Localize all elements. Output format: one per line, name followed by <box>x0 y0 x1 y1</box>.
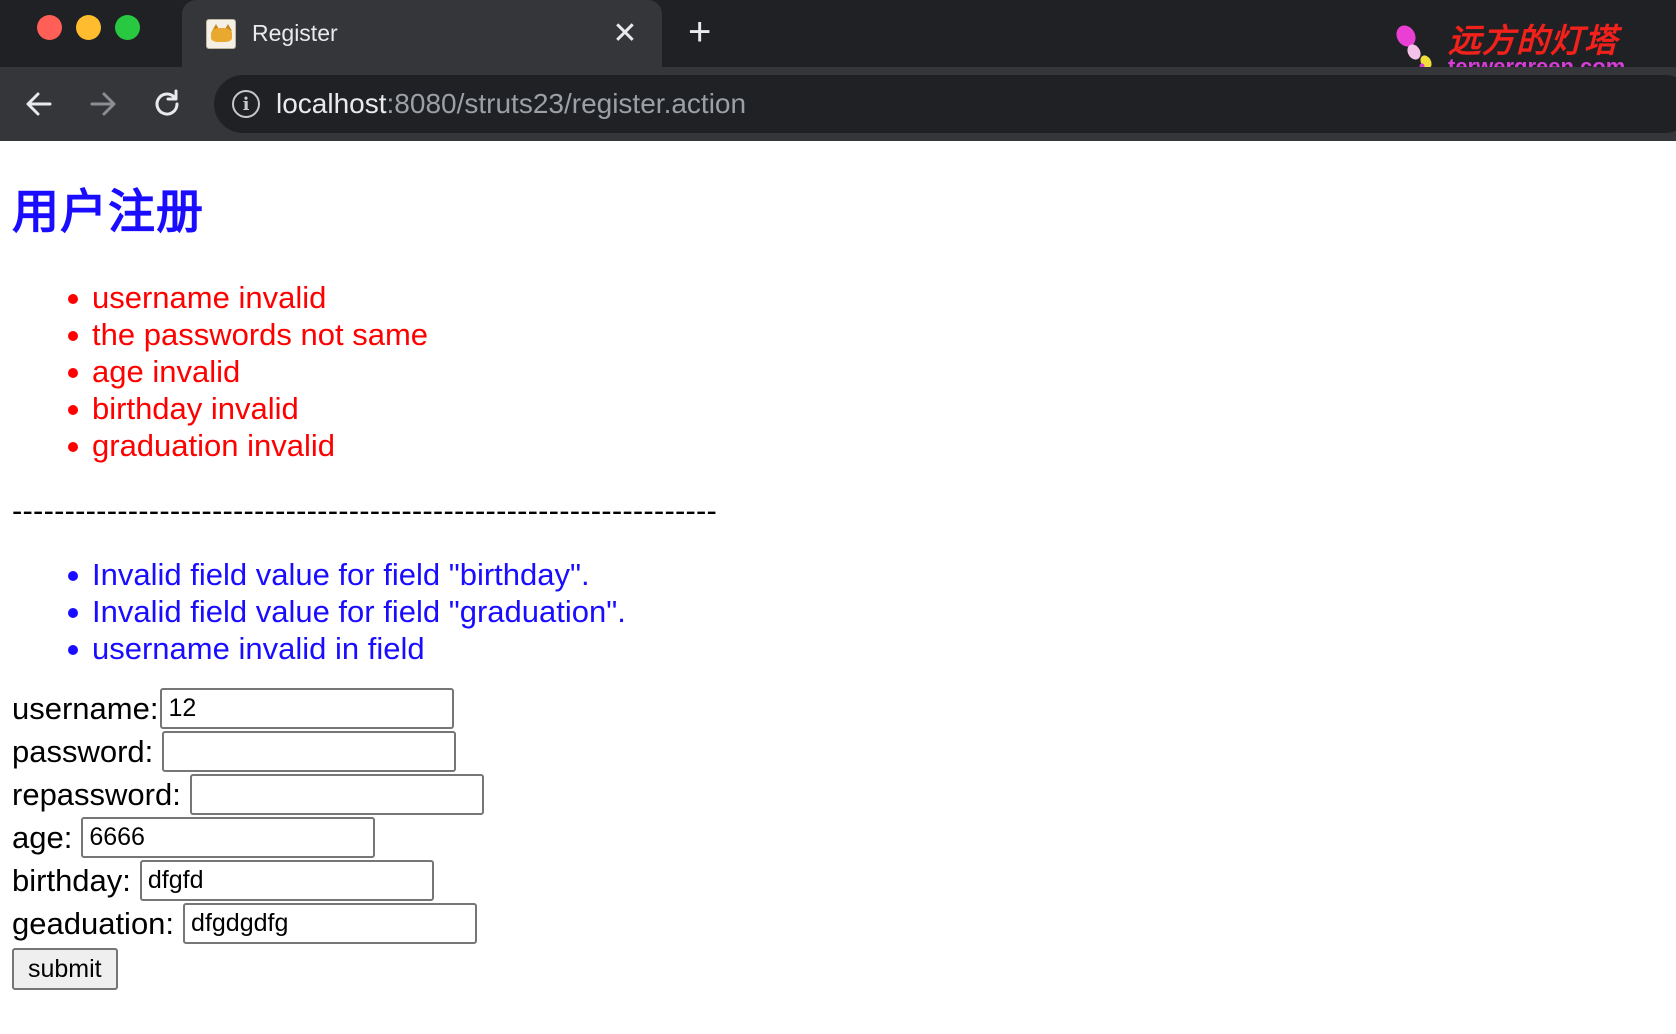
birthday-label: birthday: <box>12 862 131 898</box>
browser-chrome: Register ✕ + 远方的灯塔 terwergreen.com <box>0 0 1676 141</box>
url-host: localhost <box>276 88 387 119</box>
username-row: username: <box>12 687 1676 730</box>
password-field[interactable] <box>162 731 457 772</box>
birthday-row: birthday: <box>12 859 1676 902</box>
age-label: age: <box>12 819 73 855</box>
action-error-item: the passwords not same <box>68 316 1676 353</box>
page-title: 用户注册 <box>12 185 204 240</box>
tab-strip: Register ✕ + 远方的灯塔 terwergreen.com <box>0 0 1676 79</box>
field-error-item: Invalid field value for field "birthday"… <box>68 556 1676 593</box>
password-row: password: <box>12 730 1676 773</box>
age-field[interactable] <box>81 817 376 858</box>
toolbar: i localhost:8080/struts23/register.actio… <box>0 67 1676 141</box>
geaduation-field[interactable] <box>183 903 478 944</box>
tab-title: Register <box>252 20 338 46</box>
age-row: age: <box>12 816 1676 859</box>
geaduation-label: geaduation: <box>12 905 175 941</box>
url-text[interactable]: localhost:8080/struts23/register.action <box>276 88 746 120</box>
action-error-item: username invalid <box>68 279 1676 316</box>
close-icon[interactable]: ✕ <box>610 18 640 49</box>
username-label: username: <box>12 690 159 726</box>
address-bar[interactable]: i localhost:8080/struts23/register.actio… <box>214 75 1676 133</box>
action-error-item: birthday invalid <box>68 390 1676 427</box>
username-field[interactable] <box>160 688 455 729</box>
url-path: :8080/struts23/register.action <box>386 88 747 119</box>
plus-icon[interactable]: + <box>688 12 711 52</box>
tomcat-favicon-icon <box>206 18 236 49</box>
page-content: 用户注册 username invalid the passwords not … <box>0 185 1676 990</box>
divider-line: ----------------------------------------… <box>12 493 718 528</box>
action-error-list: username invalid the passwords not same … <box>12 279 1676 464</box>
field-error-item: Invalid field value for field "graduatio… <box>68 593 1676 630</box>
register-form: username: password: repassword: age: bir… <box>12 687 1676 990</box>
submit-button[interactable]: submit <box>12 948 118 990</box>
tab-register[interactable]: Register ✕ <box>182 0 662 67</box>
field-error-list: Invalid field value for field "birthday"… <box>12 556 1676 667</box>
field-error-item: username invalid in field <box>68 630 1676 667</box>
password-label: password: <box>12 733 154 769</box>
minimize-window-button[interactable] <box>76 15 101 40</box>
arrow-left-icon[interactable] <box>22 87 56 121</box>
repassword-label: repassword: <box>12 776 181 812</box>
repassword-field[interactable] <box>189 774 484 815</box>
birthday-field[interactable] <box>139 860 434 901</box>
action-error-item: age invalid <box>68 353 1676 390</box>
reload-icon[interactable] <box>150 87 184 121</box>
zoom-window-button[interactable] <box>115 15 140 40</box>
geaduation-row: geaduation: <box>12 902 1676 945</box>
repassword-row: repassword: <box>12 773 1676 816</box>
window-controls <box>37 15 140 40</box>
info-icon[interactable]: i <box>232 90 260 118</box>
close-window-button[interactable] <box>37 15 62 40</box>
action-error-item: graduation invalid <box>68 427 1676 464</box>
arrow-right-icon[interactable] <box>86 87 120 121</box>
